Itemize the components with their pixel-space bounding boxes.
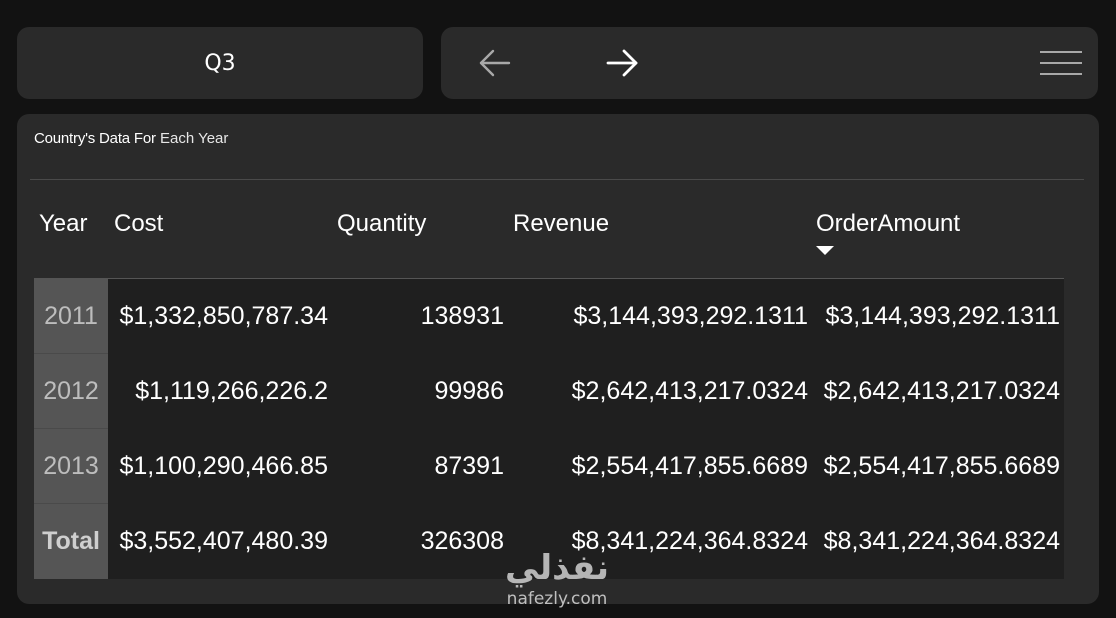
table-row: 2013 $1,100,290,466.85 87391 $2,554,417,…	[34, 429, 1064, 504]
back-button[interactable]	[465, 27, 525, 99]
total-cost: $3,552,407,480.39	[119, 527, 328, 555]
row-year: 2012	[34, 354, 108, 429]
arrow-left-icon	[479, 49, 511, 77]
table-body: 2011 $1,332,850,787.34 138931 $3,144,393…	[34, 279, 1064, 579]
column-header-year[interactable]: Year	[39, 210, 88, 238]
column-header-order-amount-label: OrderAmount	[816, 210, 961, 237]
row-cost: $1,100,290,466.85	[119, 452, 328, 480]
row-quantity: 99986	[434, 377, 504, 405]
quarter-slicer[interactable]: Q3	[17, 27, 423, 99]
total-label: Total	[34, 504, 108, 579]
row-quantity: 87391	[434, 452, 504, 480]
total-revenue: $8,341,224,364.8324	[571, 527, 808, 555]
row-revenue: $2,554,417,855.6689	[571, 452, 808, 480]
card-title-strong: Country's Data For	[34, 130, 156, 147]
card-title-rest: Each Year	[155, 130, 229, 147]
column-header-revenue[interactable]: Revenue	[513, 210, 609, 238]
row-cost: $1,332,850,787.34	[119, 302, 328, 330]
total-row: Total $3,552,407,480.39 326308 $8,341,22…	[34, 504, 1064, 579]
row-year: 2011	[34, 279, 108, 354]
column-header-cost[interactable]: Cost	[114, 210, 163, 238]
quarter-label: Q3	[204, 50, 236, 76]
row-revenue: $2,642,413,217.0324	[571, 377, 808, 405]
navigation-bar	[441, 27, 1098, 99]
table-row: 2012 $1,119,266,226.2 99986 $2,642,413,2…	[34, 354, 1064, 429]
row-year: 2013	[34, 429, 108, 504]
row-order-amount: $3,144,393,292.1311	[825, 302, 1061, 330]
card-title: Country's Data For Each Year	[34, 130, 228, 147]
row-quantity: 138931	[420, 302, 504, 330]
arrow-right-icon	[606, 49, 638, 77]
row-cost: $1,119,266,226.2	[135, 377, 328, 405]
report-page: Q3 Country's Data For Each Year Year Cos…	[0, 0, 1116, 618]
hamburger-menu-icon	[1040, 51, 1082, 75]
table-header: Year Cost Quantity Revenue OrderAmount	[34, 180, 1064, 278]
total-order-amount: $8,341,224,364.8324	[823, 527, 1060, 555]
sort-descending-icon	[816, 246, 834, 255]
forward-button[interactable]	[592, 27, 652, 99]
column-header-order-amount[interactable]: OrderAmount	[816, 210, 961, 255]
row-order-amount: $2,554,417,855.6689	[823, 452, 1060, 480]
row-order-amount: $2,642,413,217.0324	[823, 377, 1060, 405]
row-revenue: $3,144,393,292.1311	[573, 302, 809, 330]
country-data-card: Country's Data For Each Year Year Cost Q…	[17, 114, 1099, 604]
total-quantity: 326308	[420, 527, 504, 555]
table-row: 2011 $1,332,850,787.34 138931 $3,144,393…	[34, 279, 1064, 354]
menu-button[interactable]	[1032, 27, 1090, 99]
column-header-quantity[interactable]: Quantity	[337, 210, 426, 238]
